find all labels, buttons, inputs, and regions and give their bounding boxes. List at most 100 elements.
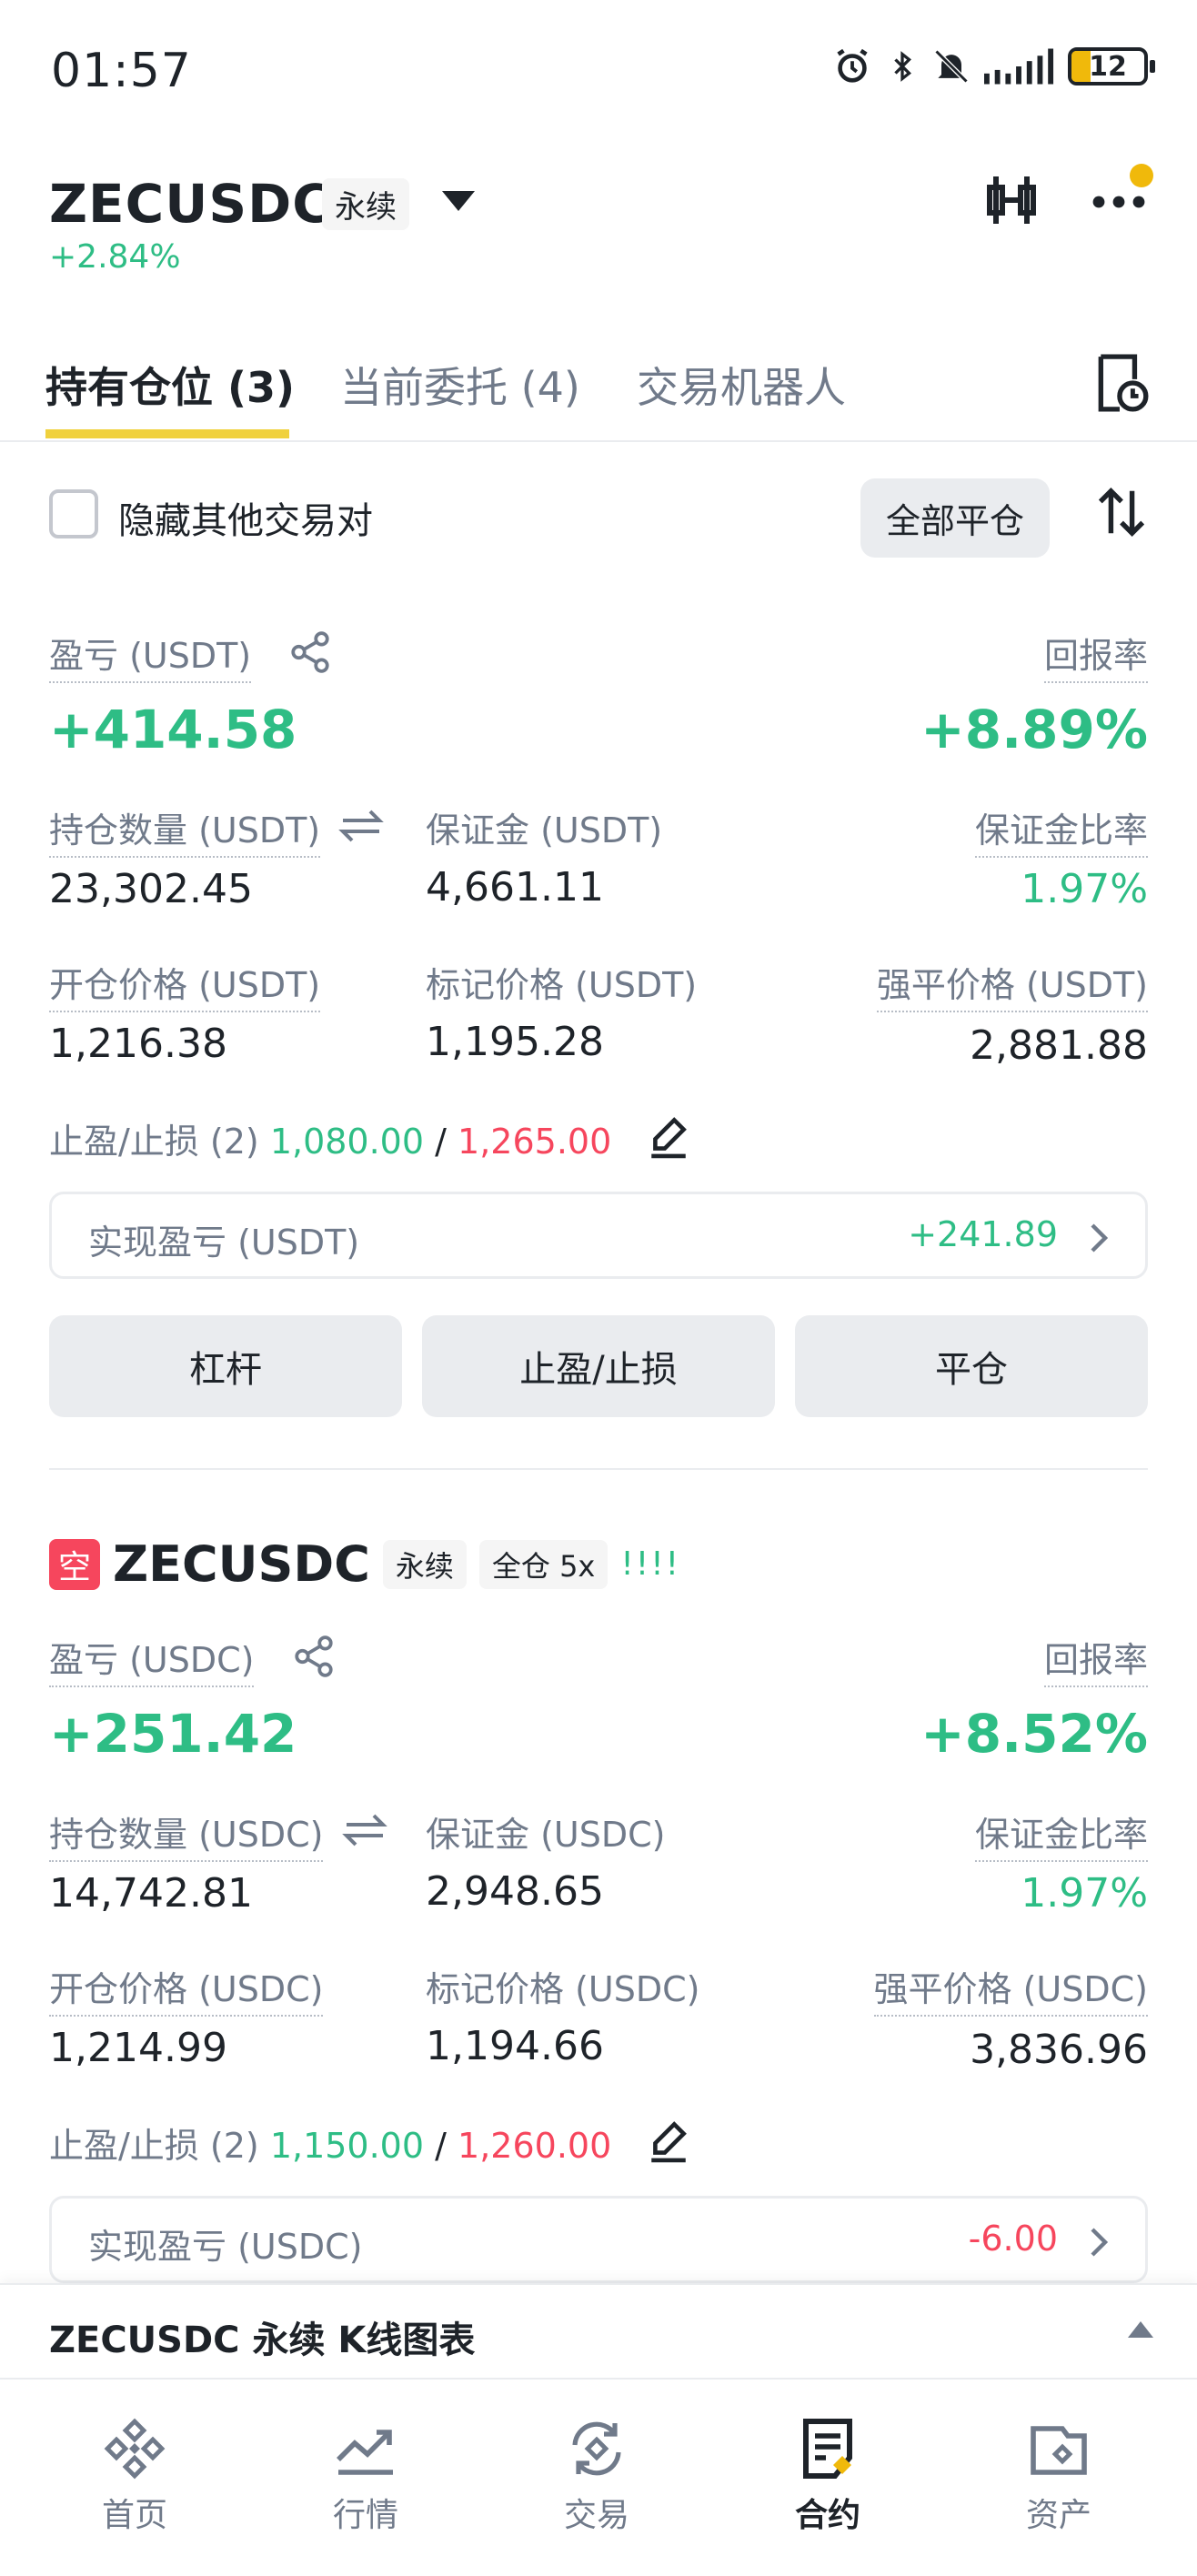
tpsl-row: 止盈/止损 (2) 1,150.00 / 1,260.00 xyxy=(49,2126,612,2166)
liq-price-label: 强平价格 (USDT) xyxy=(876,957,1148,1012)
alarm-icon xyxy=(837,48,868,83)
close-all-button[interactable]: 全部平仓 xyxy=(860,478,1050,558)
swap-unit-icon[interactable] xyxy=(338,808,384,844)
margin-label: 保证金 (USDT) xyxy=(426,810,663,850)
candlestick-chart-icon[interactable] xyxy=(984,171,1039,233)
chevron-right-icon xyxy=(1091,2228,1109,2257)
margin-label: 保证金 (USDC) xyxy=(426,1815,666,1855)
futures-icon xyxy=(803,2419,852,2479)
notification-dot xyxy=(1130,164,1153,187)
roe-value: +8.89% xyxy=(920,699,1148,760)
entry-price-label: 开仓价格 (USDC) xyxy=(49,1961,324,2017)
tab-trading-bots[interactable]: 交易机器人 xyxy=(637,355,846,415)
pnl-label: 盈亏 (USDT) xyxy=(49,628,252,683)
liq-price-value: 3,836.96 xyxy=(970,2027,1148,2073)
signal-icon xyxy=(984,48,1054,85)
tpsl-button[interactable]: 止盈/止损 xyxy=(422,1315,775,1417)
tab-positions[interactable]: 持有仓位 (3) xyxy=(45,355,295,415)
mark-price-value: 1,194.66 xyxy=(426,2023,604,2069)
header: ZECUSDC 永续 +2.84% xyxy=(49,164,1153,291)
price-change: +2.84% xyxy=(49,238,181,276)
nav-markets[interactable]: 行情 xyxy=(284,2416,448,2536)
size-label: 持仓数量 (USDC) xyxy=(49,1806,324,1862)
close-position-button[interactable]: 平仓 xyxy=(795,1315,1148,1417)
markets-icon xyxy=(337,2430,393,2475)
roe-label: 回报率 xyxy=(1043,628,1148,683)
nav-assets-label: 资产 xyxy=(1025,2497,1091,2534)
trade-icon xyxy=(572,2421,621,2476)
realized-pnl-row[interactable]: 实现盈亏 (USDC) -6.00 xyxy=(49,2196,1148,2283)
pair-dropdown-icon[interactable] xyxy=(442,191,475,211)
expand-up-icon[interactable] xyxy=(1128,2321,1153,2338)
roe-value: +8.52% xyxy=(920,1703,1148,1765)
pnl-label: 盈亏 (USDC) xyxy=(49,1632,255,1687)
margin-value: 2,948.65 xyxy=(426,1868,604,1915)
wallet-icon xyxy=(1031,2426,1087,2475)
contract-type-tag: 永续 xyxy=(322,178,409,230)
status-bar: 01:57 12 xyxy=(0,0,1197,136)
stop-loss-value: 1,265.00 xyxy=(458,1122,612,1162)
mark-price-label: 标记价格 (USDT) xyxy=(426,965,698,1005)
bottom-nav: 首页 行情 交易 合约 资产 xyxy=(0,2378,1197,2576)
more-options-icon[interactable] xyxy=(1090,164,1153,235)
nav-assets[interactable]: 资产 xyxy=(977,2416,1141,2536)
adl-indicator: !!!! xyxy=(620,1545,681,1583)
tpsl-label: 止盈/止损 (2) xyxy=(49,2126,259,2166)
share-icon[interactable] xyxy=(291,1634,337,1679)
pair-title[interactable]: ZECUSDC xyxy=(49,173,332,235)
bluetooth-icon xyxy=(894,51,911,82)
tpsl-label: 止盈/止损 (2) xyxy=(49,1122,259,1162)
edit-tpsl-icon[interactable] xyxy=(646,1112,691,1159)
position-actions: 杠杆 止盈/止损 平仓 xyxy=(49,1315,1148,1417)
stop-loss-value: 1,260.00 xyxy=(458,2126,612,2166)
margin-ratio-value: 1.97% xyxy=(1021,1870,1148,1917)
tab-open-orders[interactable]: 当前委托 (4) xyxy=(340,355,580,415)
hide-other-pairs-label[interactable]: 隐藏其他交易对 xyxy=(118,491,373,544)
entry-price-value: 1,216.38 xyxy=(49,1021,227,1067)
liq-price-value: 2,881.88 xyxy=(970,1022,1148,1069)
edit-tpsl-icon[interactable] xyxy=(646,2116,691,2163)
liq-price-label: 强平价格 (USDC) xyxy=(873,1961,1148,2017)
nav-futures[interactable]: 合约 xyxy=(746,2416,910,2536)
entry-price-label: 开仓价格 (USDT) xyxy=(49,957,321,1012)
nav-markets-label: 行情 xyxy=(332,2497,398,2534)
size-value: 14,742.81 xyxy=(49,1870,253,1917)
contract-type-tag: 永续 xyxy=(382,1539,467,1589)
position-tabs: 持有仓位 (3) 当前委托 (4) 交易机器人 xyxy=(0,346,1197,442)
nav-trade[interactable]: 交易 xyxy=(515,2416,679,2536)
hide-other-pairs-checkbox[interactable] xyxy=(49,489,98,538)
position-title-row: 空 ZECUSDC 永续 全仓 5x !!!! xyxy=(49,1535,680,1593)
size-value: 23,302.45 xyxy=(49,866,253,912)
nav-home[interactable]: 首页 xyxy=(53,2416,216,2536)
kline-chart-label: ZECUSDC 永续 K线图表 xyxy=(49,2319,476,2361)
take-profit-value: 1,080.00 xyxy=(269,1122,425,1162)
sort-icon[interactable] xyxy=(1095,484,1148,544)
home-icon xyxy=(104,2418,166,2480)
tpsl-row: 止盈/止损 (2) 1,080.00 / 1,265.00 xyxy=(49,1122,612,1162)
kline-chart-bar[interactable]: ZECUSDC 永续 K线图表 xyxy=(0,2283,1197,2378)
short-side-badge: 空 xyxy=(49,1538,100,1590)
nav-home-label: 首页 xyxy=(101,2497,167,2534)
swap-unit-icon[interactable] xyxy=(342,1812,387,1848)
nav-futures-label: 合约 xyxy=(794,2497,860,2534)
filter-divider xyxy=(1042,495,1044,537)
filter-row: 隐藏其他交易对 全部平仓 xyxy=(49,473,1148,558)
realized-pnl-value: +241.89 xyxy=(908,1214,1058,1254)
status-time: 01:57 xyxy=(51,44,192,98)
order-history-icon[interactable] xyxy=(1093,353,1150,417)
mute-icon xyxy=(934,49,969,84)
roe-label: 回报率 xyxy=(1043,1632,1148,1687)
margin-ratio-label: 保证金比率 xyxy=(974,1806,1148,1862)
margin-value: 4,661.11 xyxy=(426,864,604,911)
unrealized-pnl-value: +251.42 xyxy=(49,1703,297,1765)
margin-mode-tag: 全仓 5x xyxy=(478,1539,609,1589)
realized-pnl-value: -6.00 xyxy=(968,2219,1058,2259)
take-profit-value: 1,150.00 xyxy=(269,2126,425,2166)
position-pair[interactable]: ZECUSDC xyxy=(113,1535,370,1593)
leverage-button[interactable]: 杠杆 xyxy=(49,1315,402,1417)
margin-ratio-label: 保证金比率 xyxy=(974,802,1148,858)
share-icon[interactable] xyxy=(287,629,333,675)
realized-pnl-row[interactable]: 实现盈亏 (USDT) +241.89 xyxy=(49,1192,1148,1279)
position-separator xyxy=(49,1468,1148,1470)
realized-pnl-label: 实现盈亏 (USDC) xyxy=(88,2227,363,2267)
